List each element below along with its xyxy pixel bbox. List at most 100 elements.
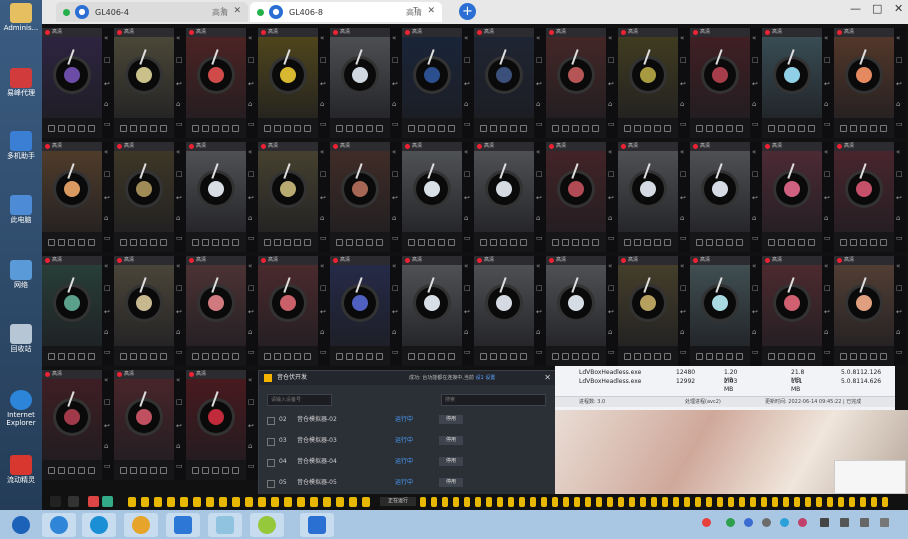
window-icon[interactable]: □ — [824, 170, 831, 178]
home-icon[interactable]: ⌂ — [248, 328, 252, 336]
home-icon[interactable]: ⌂ — [248, 100, 252, 108]
control-icon[interactable] — [860, 239, 867, 246]
control-icon[interactable] — [788, 353, 795, 360]
control-icon[interactable] — [284, 239, 291, 246]
control-icon[interactable] — [232, 125, 239, 132]
control-icon[interactable] — [726, 353, 733, 360]
tray-icon-blue[interactable] — [744, 518, 753, 527]
control-icon[interactable] — [798, 353, 805, 360]
control-icon[interactable] — [840, 353, 847, 360]
phone-screen[interactable]: 高清 — [186, 256, 246, 366]
volume-icon[interactable] — [840, 518, 849, 527]
home-icon[interactable]: ⌂ — [248, 442, 252, 450]
collapse-icon[interactable]: « — [824, 34, 828, 42]
collapse-icon[interactable]: « — [680, 148, 684, 156]
control-icon[interactable] — [716, 353, 723, 360]
list-item[interactable]: 04 音仓模拟器-04 运行中 停用 — [267, 456, 547, 468]
window-icon[interactable]: □ — [392, 56, 399, 64]
desktop-icon-ie[interactable]: Internet Explorer — [1, 390, 41, 427]
back-icon[interactable]: ↩ — [464, 80, 470, 88]
home-icon[interactable]: ⌂ — [104, 214, 108, 222]
control-icon[interactable] — [840, 239, 847, 246]
control-icon[interactable] — [264, 239, 271, 246]
control-icon[interactable] — [48, 467, 55, 474]
control-icon[interactable] — [192, 353, 199, 360]
close-tab-icon[interactable]: ✕ — [427, 6, 435, 16]
control-icon[interactable] — [624, 125, 631, 132]
control-icon[interactable] — [860, 125, 867, 132]
control-icon[interactable] — [880, 353, 887, 360]
quick-launch-button[interactable] — [475, 497, 481, 507]
recent-icon[interactable]: ▭ — [248, 234, 255, 242]
control-icon[interactable] — [716, 125, 723, 132]
collapse-icon[interactable]: « — [320, 262, 324, 270]
window-icon[interactable]: □ — [320, 56, 327, 64]
control-icon[interactable] — [438, 125, 445, 132]
back-icon[interactable]: ↩ — [824, 80, 830, 88]
collapse-icon[interactable]: « — [680, 262, 684, 270]
window-icon[interactable]: □ — [248, 170, 255, 178]
window-icon[interactable]: □ — [536, 170, 543, 178]
control-icon[interactable] — [490, 353, 497, 360]
recent-icon[interactable]: ▭ — [680, 348, 687, 356]
control-icon[interactable] — [68, 125, 75, 132]
control-icon[interactable] — [212, 239, 219, 246]
control-icon[interactable] — [624, 239, 631, 246]
control-icon[interactable] — [572, 239, 579, 246]
quick-launch-button[interactable] — [336, 497, 344, 507]
control-icon[interactable] — [160, 125, 167, 132]
quick-launch-button[interactable] — [618, 497, 624, 507]
taskbar-app-leaf[interactable] — [250, 513, 284, 537]
control-icon[interactable] — [778, 353, 785, 360]
quick-launch-button[interactable] — [245, 497, 253, 507]
recent-icon[interactable]: ▭ — [320, 234, 327, 242]
quick-launch-button[interactable] — [684, 497, 690, 507]
phone-screen[interactable]: 高清 — [114, 28, 174, 138]
control-icon[interactable] — [788, 239, 795, 246]
list-item[interactable]: 02 音仓模拟器-02 运行中 停用 — [267, 414, 547, 426]
control-icon[interactable] — [592, 125, 599, 132]
quick-launch-button[interactable] — [816, 497, 822, 507]
phone-screen[interactable]: 高清 — [258, 142, 318, 252]
control-icon[interactable] — [58, 125, 65, 132]
window-icon[interactable]: □ — [176, 284, 183, 292]
control-icon[interactable] — [58, 467, 65, 474]
control-icon[interactable] — [850, 353, 857, 360]
quick-launch-button[interactable] — [206, 497, 214, 507]
control-icon[interactable] — [448, 125, 455, 132]
window-icon[interactable]: □ — [752, 284, 759, 292]
home-icon[interactable]: ⌂ — [176, 442, 180, 450]
quick-launch-button[interactable] — [508, 497, 514, 507]
phone-screen[interactable]: 高清 — [834, 256, 894, 366]
back-icon[interactable]: ↩ — [176, 308, 182, 316]
control-icon[interactable] — [788, 125, 795, 132]
recent-icon[interactable]: ▭ — [248, 120, 255, 128]
control-icon[interactable] — [192, 239, 199, 246]
back-icon[interactable]: ↩ — [608, 308, 614, 316]
control-icon[interactable] — [428, 239, 435, 246]
phone-screen[interactable]: 高清 — [330, 142, 390, 252]
control-icon[interactable] — [572, 353, 579, 360]
control-icon[interactable] — [644, 239, 651, 246]
control-icon[interactable] — [130, 239, 137, 246]
back-icon[interactable]: ↩ — [536, 194, 542, 202]
back-icon[interactable]: ↩ — [896, 308, 902, 316]
control-icon[interactable] — [418, 125, 425, 132]
back-icon[interactable]: ↩ — [176, 422, 182, 430]
control-icon[interactable] — [346, 125, 353, 132]
window-icon[interactable]: □ — [896, 56, 903, 64]
recent-icon[interactable]: ▭ — [104, 348, 111, 356]
device-search-input[interactable]: 请输入设备号 — [267, 394, 332, 406]
control-icon[interactable] — [356, 353, 363, 360]
quick-launch-button[interactable] — [761, 497, 767, 507]
recent-icon[interactable]: ▭ — [176, 348, 183, 356]
collapse-icon[interactable]: « — [824, 262, 828, 270]
keyboard-icon[interactable] — [860, 518, 869, 527]
home-icon[interactable]: ⌂ — [536, 100, 540, 108]
control-icon[interactable] — [520, 353, 527, 360]
control-icon[interactable] — [778, 239, 785, 246]
collapse-icon[interactable]: « — [752, 148, 756, 156]
control-icon[interactable] — [58, 353, 65, 360]
quick-launch-button[interactable] — [739, 497, 745, 507]
control-icon[interactable] — [192, 125, 199, 132]
